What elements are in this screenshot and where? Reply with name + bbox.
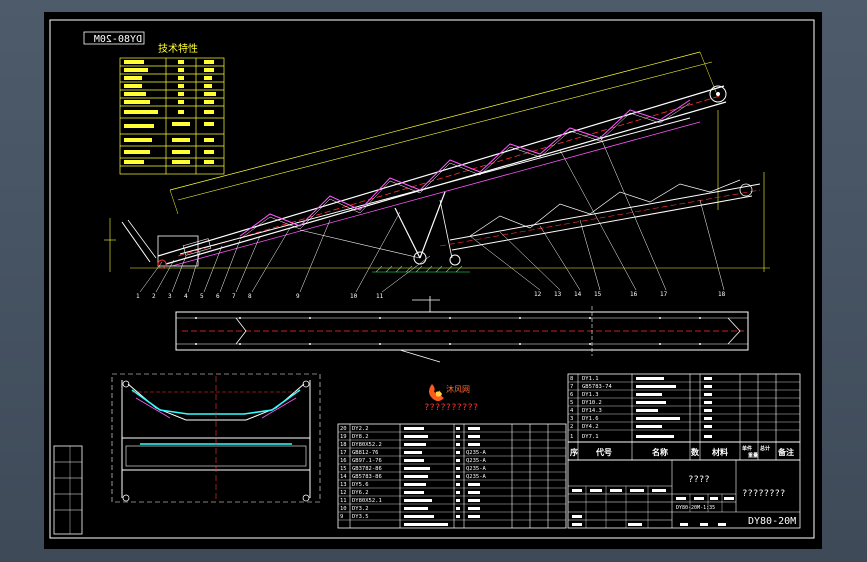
- callout-12: 12: [534, 291, 542, 298]
- callout-10: 10: [350, 293, 358, 300]
- callout-17: 17: [660, 291, 668, 298]
- bom-row-17-material: Q235-A: [466, 450, 487, 456]
- bom-header-name: 名称: [652, 447, 668, 457]
- title-block-placeholder: ????: [688, 475, 710, 485]
- bom-row-5-no: 5: [570, 400, 573, 406]
- bom-row-19-code: DY8.2: [352, 434, 369, 440]
- bom-row-1-code: DY7.1: [582, 434, 599, 440]
- callout-9: 9: [296, 293, 300, 300]
- callout-13: 13: [554, 291, 562, 298]
- bom-row-7-code: GB5783-74: [582, 384, 612, 390]
- callout-14: 14: [574, 291, 582, 298]
- left-binding-strip: [53, 445, 83, 535]
- bom-row-20-no: 20: [340, 426, 347, 432]
- bom-row-19-no: 19: [340, 434, 347, 440]
- bom-row-13-code: DY5.6: [352, 482, 369, 488]
- bom-header-qty: 数: [691, 447, 700, 457]
- bom-row-10-no: 10: [340, 506, 347, 512]
- callout-15: 15: [594, 291, 602, 298]
- watermark-logo: 沐风网 ??????????: [424, 384, 478, 413]
- bom-row-8-code: DY1.1: [582, 376, 599, 382]
- title-block-code: DY80-20M: [748, 516, 796, 527]
- watermark-caption: ??????????: [424, 403, 478, 413]
- bom-row-16-no: 16: [340, 458, 347, 464]
- bom-row-12-no: 12: [340, 490, 347, 496]
- watermark-logo-text: 沐风网: [446, 384, 470, 394]
- callout-4: 4: [184, 293, 188, 300]
- bom-upper-name-cells: [636, 377, 712, 438]
- bom-row-5-code: DY10.2: [582, 400, 602, 406]
- bom-row-8-no: 8: [570, 376, 573, 382]
- bom-row-9-code: DY3.5: [352, 514, 369, 520]
- bom-row-16-material: Q235-A: [466, 458, 487, 464]
- bom-row-15-code: GB3782-86: [352, 466, 382, 472]
- bom-header-weight: 重量: [748, 452, 758, 459]
- tech-spec-cells: [124, 60, 216, 164]
- bom-header-remark: 备注: [777, 447, 794, 457]
- bom-row-17-code: GB812-76: [352, 450, 379, 456]
- bom-row-20-code: DY2.2: [352, 426, 369, 432]
- callout-6: 6: [216, 293, 220, 300]
- bom-row-9-no: 9: [340, 514, 343, 520]
- bom-header-code: 代号: [595, 447, 612, 457]
- bom-row-16-code: GB97.1-76: [352, 458, 382, 464]
- bom-row-6-no: 6: [570, 392, 573, 398]
- mirrored-title: DY80-20M: [94, 34, 142, 45]
- callout-1: 1: [136, 293, 140, 300]
- bom-row-18-no: 18: [340, 442, 347, 448]
- callout-5: 5: [200, 293, 204, 300]
- callout-8: 8: [248, 293, 252, 300]
- bom-row-10-code: DY3.2: [352, 506, 369, 512]
- callout-2: 2: [152, 293, 156, 300]
- mirrored-title-box: DY80-20M: [83, 31, 145, 45]
- bom-header-seq: 序: [570, 447, 578, 457]
- bom-row-18-code: DY80X52.2: [352, 442, 382, 448]
- bom-row-14-code: GB5783-86: [352, 474, 382, 480]
- title-block-name: ????????: [742, 489, 785, 499]
- tech-spec-title: 技术特性: [158, 42, 198, 55]
- bom-row-2-no: 2: [570, 424, 573, 430]
- callout-11: 11: [376, 293, 384, 300]
- title-block-scale-note: DY80-20M-1:35: [676, 505, 715, 511]
- callout-18: 18: [718, 291, 726, 298]
- bom-row-11-code: DY80X52.1: [352, 498, 382, 504]
- cad-drawing: DY80-20M 技术特性 1 2 3 4 5 6 7 8 9 10 11 12…: [49, 19, 815, 539]
- bom-row-14-material: Q235-A: [466, 474, 487, 480]
- bom-row-4-no: 4: [570, 408, 574, 414]
- bom-header-unit-weight: 单件: [742, 445, 752, 452]
- plan-view: [175, 296, 749, 363]
- bom-row-15-material: Q235-A: [466, 466, 487, 472]
- callout-16: 16: [630, 291, 638, 298]
- bom-row-11-no: 11: [340, 498, 347, 504]
- bom-row-12-code: DY6.2: [352, 490, 369, 496]
- bom-row-4-code: DY14.3: [582, 408, 602, 414]
- bom-row-15-no: 15: [340, 466, 347, 472]
- bom-row-14-no: 14: [340, 474, 347, 480]
- tech-spec-table: [119, 57, 225, 175]
- side-elevation-view: 1 2 3 4 5 6 7 8 9 10 11 12 13 14 15 16 1…: [104, 51, 770, 300]
- bom-header-total-weight: 总计: [760, 445, 770, 452]
- callout-3: 3: [168, 293, 172, 300]
- bom-row-3-no: 3: [570, 416, 573, 422]
- bom-row-2-code: DY4.2: [582, 424, 599, 430]
- bom-row-3-code: DY1.6: [582, 416, 599, 422]
- bom-row-6-code: DY1.3: [582, 392, 599, 398]
- bom-row-7-no: 7: [570, 384, 573, 390]
- bom-row-17-no: 17: [340, 450, 347, 456]
- cross-section-view: [111, 373, 321, 503]
- callout-7: 7: [232, 293, 236, 300]
- bom-row-1-no: 1: [570, 434, 573, 440]
- bom-row-13-no: 13: [340, 482, 347, 488]
- bom-header-material: 材料: [712, 447, 728, 457]
